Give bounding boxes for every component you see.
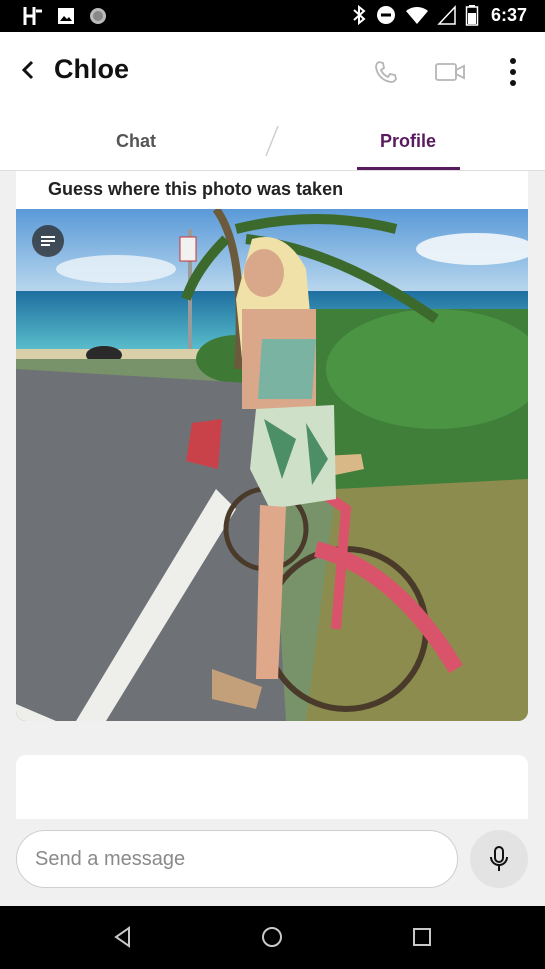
nav-home-button[interactable] xyxy=(257,922,287,952)
notes-icon xyxy=(41,236,55,246)
hinge-h-icon xyxy=(23,7,42,25)
chevron-left-icon xyxy=(21,60,34,80)
back-triangle-icon xyxy=(114,926,130,948)
more-options-button[interactable] xyxy=(495,54,531,90)
call-button[interactable] xyxy=(368,54,404,90)
battery-icon xyxy=(465,5,479,26)
more-vert-icon xyxy=(510,58,516,86)
status-time: 6:37 xyxy=(490,4,527,25)
circle-icon xyxy=(90,8,106,24)
tab-chat[interactable]: Chat xyxy=(0,112,272,170)
video-icon xyxy=(435,63,465,81)
mic-icon xyxy=(490,846,508,871)
wifi-icon xyxy=(405,6,428,24)
message-composer xyxy=(0,819,545,906)
phone-icon xyxy=(375,61,397,83)
video-call-button[interactable] xyxy=(432,54,468,90)
tab-bar: Chat Profile xyxy=(0,112,545,171)
voice-message-button[interactable] xyxy=(470,830,528,888)
bluetooth-icon xyxy=(353,4,366,26)
status-bar: 6:37 xyxy=(0,0,545,32)
profile-photo[interactable] xyxy=(16,209,528,721)
home-circle-icon xyxy=(262,927,282,947)
recents-square-icon xyxy=(413,928,431,946)
active-tab-indicator xyxy=(357,167,460,170)
profile-photo-card: Guess where this photo was taken xyxy=(16,171,528,721)
photo-prompt: Guess where this photo was taken xyxy=(48,179,344,199)
system-nav-bar xyxy=(0,906,545,969)
nav-recents-button[interactable] xyxy=(407,922,437,952)
message-input[interactable] xyxy=(16,830,458,888)
image-icon xyxy=(58,8,74,24)
back-button[interactable] xyxy=(14,56,42,84)
nav-back-button[interactable] xyxy=(108,922,138,952)
page-title: Chloe xyxy=(54,54,130,84)
app-bar: Chloe xyxy=(0,32,545,112)
profile-content[interactable]: Guess where this photo was taken xyxy=(0,171,545,819)
signal-icon xyxy=(437,5,456,25)
photo-info-button[interactable] xyxy=(32,225,64,257)
next-profile-card xyxy=(16,755,528,819)
tab-profile[interactable]: Profile xyxy=(272,112,544,170)
do-not-disturb-icon xyxy=(376,6,395,24)
